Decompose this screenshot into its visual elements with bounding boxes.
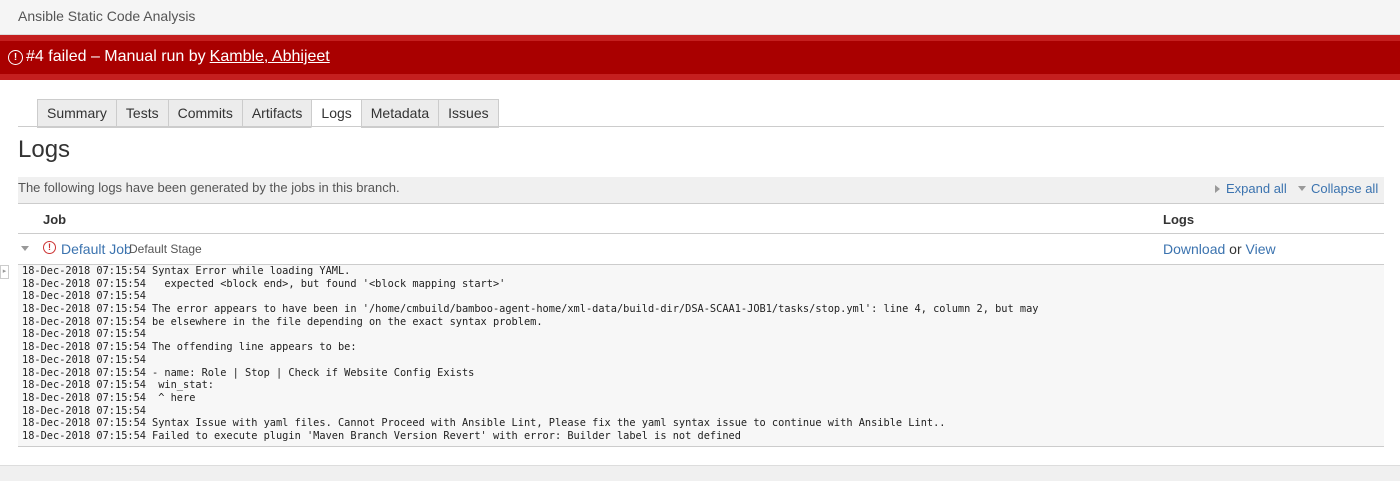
log-timestamp: 18-Dec-2018 07:15:54	[22, 277, 146, 290]
expand-all-link[interactable]: Expand all	[1215, 181, 1287, 196]
alert-circle-icon: !	[8, 49, 23, 65]
log-line: 18-Dec-2018 07:15:54 be elsewhere in the …	[18, 316, 1384, 329]
page-title: Logs	[18, 136, 71, 163]
log-line: 18-Dec-2018 07:15:54	[18, 328, 1384, 341]
logs-table-header: Job Logs	[18, 203, 1384, 234]
column-header-logs: Logs	[1163, 212, 1195, 227]
triggered-by-user-link[interactable]: Kamble, Abhijeet	[210, 48, 330, 66]
chevron-down-icon[interactable]	[21, 246, 29, 251]
log-timestamp: 18-Dec-2018 07:15:54	[22, 391, 146, 404]
log-timestamp: 18-Dec-2018 07:15:54	[22, 417, 146, 430]
expand-arrow-icon	[1215, 184, 1220, 193]
log-line: 18-Dec-2018 07:15:54 Failed to execute pl…	[18, 430, 1384, 443]
plan-name: Ansible Static Code Analysis	[18, 8, 196, 24]
log-output: 18-Dec-2018 07:15:54 Syntax Error while l…	[18, 265, 1384, 447]
log-line: 18-Dec-2018 07:15:54	[18, 290, 1384, 303]
tab-summary[interactable]: Summary	[37, 99, 116, 128]
log-line: 18-Dec-2018 07:15:54	[18, 354, 1384, 367]
expand-side-handle[interactable]: ▸	[0, 265, 9, 279]
or-text: or	[1229, 241, 1242, 257]
download-log-link[interactable]: Download	[1163, 241, 1225, 257]
tab-tests[interactable]: Tests	[115, 99, 168, 128]
tabs-divider	[18, 126, 1384, 127]
log-line: 18-Dec-2018 07:15:54 expected <block end…	[18, 278, 1384, 291]
log-message: Failed to execute plugin 'Maven Branch V…	[152, 429, 741, 442]
collapse-all-label: Collapse all	[1311, 181, 1379, 196]
log-timestamp: 18-Dec-2018 07:15:54	[22, 379, 146, 392]
log-timestamp: 18-Dec-2018 07:15:54	[22, 353, 146, 366]
expand-all-label: Expand all	[1226, 181, 1287, 196]
tab-artifacts[interactable]: Artifacts	[241, 99, 312, 128]
log-message: win_stat:	[152, 379, 214, 392]
log-line: 18-Dec-2018 07:15:54 - name: Role | Stop …	[18, 367, 1384, 380]
status-banner-inner: ! #4 failed – Manual run by Kamble, Abhi…	[0, 41, 1400, 74]
log-timestamp: 18-Dec-2018 07:15:54	[22, 315, 146, 328]
job-stage: Default Stage	[129, 242, 202, 256]
logs-intro: The following logs have been generated b…	[18, 180, 400, 195]
log-timestamp: 18-Dec-2018 07:15:54	[22, 341, 146, 354]
log-message: - name: Role | Stop | Check if Website C…	[152, 366, 475, 379]
log-message: The offending line appears to be:	[152, 341, 357, 354]
log-line: 18-Dec-2018 07:15:54 Syntax Issue with ya…	[18, 417, 1384, 430]
tab-issues[interactable]: Issues	[438, 99, 499, 128]
log-message: expected <block end>, but found '<block …	[152, 277, 506, 290]
log-message: Syntax Error while loading YAML.	[152, 265, 351, 277]
log-line: 18-Dec-2018 07:15:54	[18, 405, 1384, 418]
log-timestamp: 18-Dec-2018 07:15:54	[22, 265, 146, 277]
result-tabs: Summary Tests Commits Artifacts Logs Metadata…	[37, 99, 499, 128]
log-timestamp: 18-Dec-2018 07:15:54	[22, 404, 146, 417]
tab-commits[interactable]: Commits	[167, 99, 242, 128]
log-line: 18-Dec-2018 07:15:54 ^ here	[18, 392, 1384, 405]
status-banner: ! #4 failed – Manual run by Kamble, Abhi…	[0, 35, 1400, 80]
tab-metadata[interactable]: Metadata	[360, 99, 439, 128]
log-message: The error appears to have been in '/home…	[152, 303, 1039, 316]
log-line: 18-Dec-2018 07:15:54 win_stat:	[18, 379, 1384, 392]
log-timestamp: 18-Dec-2018 07:15:54	[22, 366, 146, 379]
log-timestamp: 18-Dec-2018 07:15:54	[22, 290, 146, 303]
logs-toolbar: The following logs have been generated b…	[18, 177, 1384, 203]
log-line: 18-Dec-2018 07:15:54 Syntax Error while l…	[18, 265, 1384, 278]
job-row: ! Default Job Default Stage Download or …	[18, 234, 1384, 265]
collapse-arrow-icon	[1298, 186, 1306, 191]
column-header-job: Job	[43, 212, 67, 227]
top-bar: Ansible Static Code Analysis	[0, 0, 1400, 35]
log-actions: Download or View	[1163, 241, 1276, 257]
job-name-link[interactable]: Default Job	[61, 241, 132, 257]
log-line: 18-Dec-2018 07:15:54 The offending line a…	[18, 341, 1384, 354]
collapse-all-link[interactable]: Collapse all	[1298, 181, 1378, 196]
log-timestamp: 18-Dec-2018 07:15:54	[22, 328, 146, 341]
status-text: #4 failed – Manual run by	[26, 48, 206, 65]
log-message: Syntax Issue with yaml files. Cannot Pro…	[152, 417, 946, 430]
log-line: 18-Dec-2018 07:15:54 The error appears to…	[18, 303, 1384, 316]
log-message: be elsewhere in the file depending on th…	[152, 315, 543, 328]
log-timestamp: 18-Dec-2018 07:15:54	[22, 303, 146, 316]
log-message: ^ here	[152, 391, 196, 404]
status-text-group: ! #4 failed – Manual run by Kamble, Abhi…	[8, 48, 330, 66]
tab-logs[interactable]: Logs	[311, 99, 361, 128]
error-icon: !	[43, 241, 56, 254]
view-log-link[interactable]: View	[1246, 241, 1276, 257]
log-timestamp: 18-Dec-2018 07:15:54	[22, 429, 146, 442]
footer-bar	[0, 465, 1400, 481]
